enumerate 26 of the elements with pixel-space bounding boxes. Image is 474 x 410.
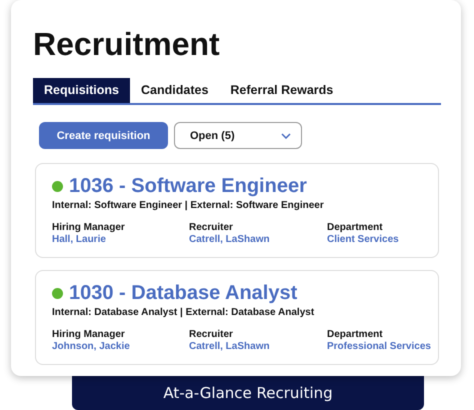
field-link[interactable]: Catrell, LaShawn [189,341,327,352]
field-label: Hiring Manager [52,222,126,233]
tab[interactable]: Requisitions [33,78,130,103]
job-titles: Internal: Database Analyst | External: Database Analyst [52,307,316,318]
field-link[interactable]: Professional Services [327,341,431,352]
requisition-title[interactable]: 1036 - Software Engineer [69,174,307,198]
requisition-title[interactable]: 1030 - Database Analyst [69,281,298,305]
field-link[interactable]: Johnson, Jackie [52,341,189,352]
field-link[interactable]: Client Services [327,234,423,245]
status-dropdown[interactable]: Open (5) [174,122,302,149]
field-label: Department [327,329,384,340]
field-link[interactable]: Hall, Laurie [52,234,189,245]
chevron-down-icon [281,132,291,138]
tab[interactable]: Referral Rewards [219,78,344,103]
field-label: Recruiter [189,329,234,340]
requisition-card[interactable]: 1030 - Database Analyst Internal: Database Analyst | External: Database Analyst Hiring Manager Johnson, Jackie Recruiter Catrell, LaShawn Department Professional Services [35,270,439,365]
page-title: Recruitment [33,26,221,62]
create-requisition-button[interactable]: Create requisition [39,122,168,149]
field-label: Department [327,222,384,233]
job-titles: Internal: Software Engineer | External: Software Engineer [52,200,325,211]
field-label: Recruiter [189,222,234,233]
field-label: Hiring Manager [52,329,126,340]
requisition-card[interactable]: 1036 - Software Engineer Internal: Software Engineer | External: Software Engineer Hiring Manager Hall, Laurie Recruiter Catrell, LaShawn Department Client Services [35,163,439,258]
field-link[interactable]: Catrell, LaShawn [189,234,327,245]
caption-banner: At-a-Glance Recruiting [72,376,424,410]
tab[interactable]: Candidates [130,78,220,103]
